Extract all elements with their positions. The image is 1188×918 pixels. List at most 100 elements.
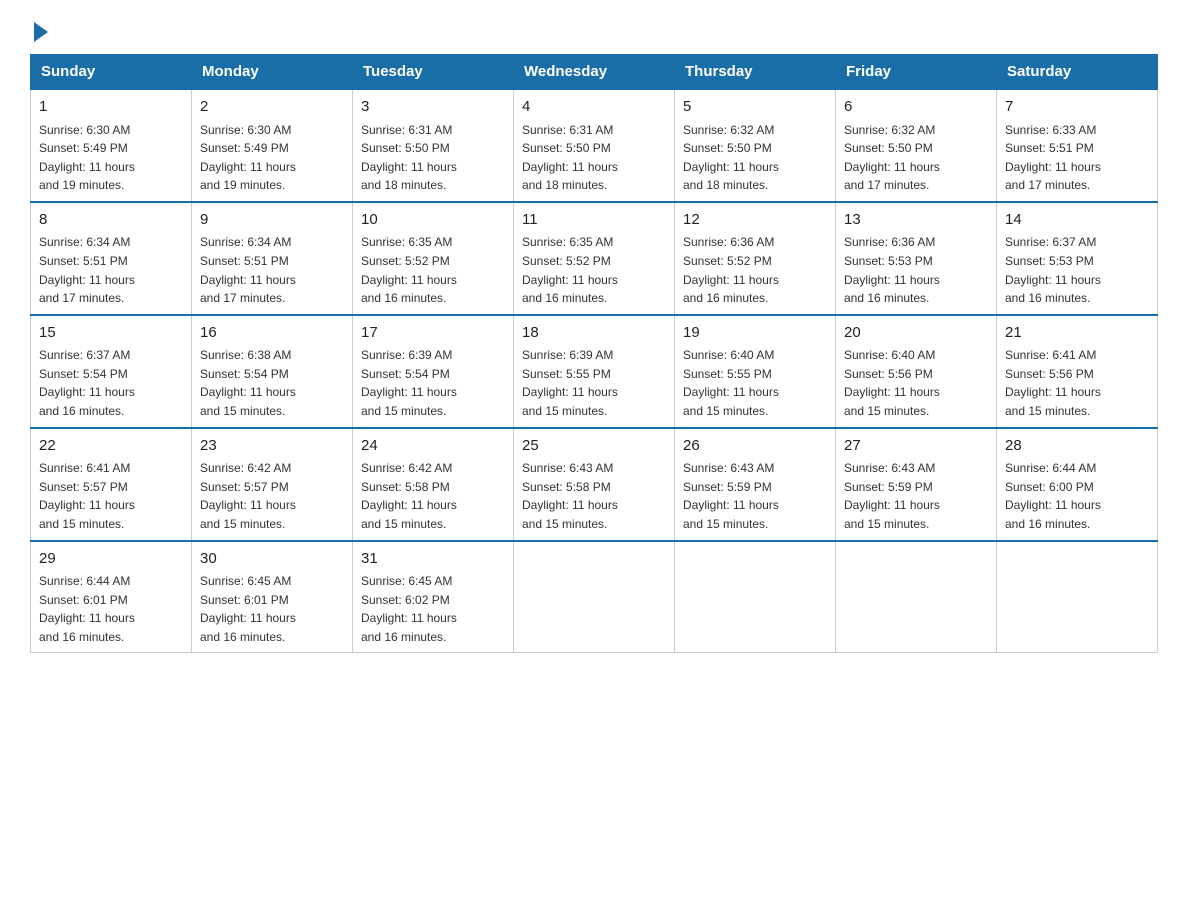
column-header-monday: Monday [192,55,353,90]
column-header-wednesday: Wednesday [514,55,675,90]
day-cell: 20Sunrise: 6:40 AMSunset: 5:56 PMDayligh… [836,315,997,428]
day-info: Sunrise: 6:32 AMSunset: 5:50 PMDaylight:… [683,121,827,195]
day-info: Sunrise: 6:30 AMSunset: 5:49 PMDaylight:… [39,121,183,195]
day-cell: 3Sunrise: 6:31 AMSunset: 5:50 PMDaylight… [353,89,514,202]
day-number: 17 [361,322,505,345]
day-number: 25 [522,435,666,458]
day-cell: 12Sunrise: 6:36 AMSunset: 5:52 PMDayligh… [675,202,836,315]
day-cell: 7Sunrise: 6:33 AMSunset: 5:51 PMDaylight… [997,89,1158,202]
week-row-2: 8Sunrise: 6:34 AMSunset: 5:51 PMDaylight… [31,202,1158,315]
column-header-friday: Friday [836,55,997,90]
day-cell: 14Sunrise: 6:37 AMSunset: 5:53 PMDayligh… [997,202,1158,315]
day-info: Sunrise: 6:45 AMSunset: 6:01 PMDaylight:… [200,572,344,646]
day-cell: 10Sunrise: 6:35 AMSunset: 5:52 PMDayligh… [353,202,514,315]
day-info: Sunrise: 6:39 AMSunset: 5:54 PMDaylight:… [361,346,505,420]
day-info: Sunrise: 6:44 AMSunset: 6:01 PMDaylight:… [39,572,183,646]
day-info: Sunrise: 6:41 AMSunset: 5:56 PMDaylight:… [1005,346,1149,420]
day-info: Sunrise: 6:43 AMSunset: 5:58 PMDaylight:… [522,459,666,533]
day-number: 21 [1005,322,1149,345]
day-cell: 2Sunrise: 6:30 AMSunset: 5:49 PMDaylight… [192,89,353,202]
day-cell: 6Sunrise: 6:32 AMSunset: 5:50 PMDaylight… [836,89,997,202]
day-cell: 13Sunrise: 6:36 AMSunset: 5:53 PMDayligh… [836,202,997,315]
day-cell: 29Sunrise: 6:44 AMSunset: 6:01 PMDayligh… [31,541,192,653]
day-number: 8 [39,209,183,232]
day-info: Sunrise: 6:43 AMSunset: 5:59 PMDaylight:… [683,459,827,533]
day-cell: 31Sunrise: 6:45 AMSunset: 6:02 PMDayligh… [353,541,514,653]
day-cell: 11Sunrise: 6:35 AMSunset: 5:52 PMDayligh… [514,202,675,315]
day-cell: 21Sunrise: 6:41 AMSunset: 5:56 PMDayligh… [997,315,1158,428]
day-info: Sunrise: 6:42 AMSunset: 5:57 PMDaylight:… [200,459,344,533]
day-info: Sunrise: 6:30 AMSunset: 5:49 PMDaylight:… [200,121,344,195]
week-row-1: 1Sunrise: 6:30 AMSunset: 5:49 PMDaylight… [31,89,1158,202]
logo-arrow-icon [34,22,48,42]
day-number: 27 [844,435,988,458]
day-cell: 22Sunrise: 6:41 AMSunset: 5:57 PMDayligh… [31,428,192,541]
day-info: Sunrise: 6:36 AMSunset: 5:53 PMDaylight:… [844,233,988,307]
day-cell: 26Sunrise: 6:43 AMSunset: 5:59 PMDayligh… [675,428,836,541]
day-number: 22 [39,435,183,458]
day-info: Sunrise: 6:38 AMSunset: 5:54 PMDaylight:… [200,346,344,420]
day-info: Sunrise: 6:36 AMSunset: 5:52 PMDaylight:… [683,233,827,307]
day-info: Sunrise: 6:34 AMSunset: 5:51 PMDaylight:… [39,233,183,307]
day-number: 4 [522,96,666,119]
day-info: Sunrise: 6:37 AMSunset: 5:53 PMDaylight:… [1005,233,1149,307]
page-header [30,20,1158,38]
week-row-3: 15Sunrise: 6:37 AMSunset: 5:54 PMDayligh… [31,315,1158,428]
column-header-thursday: Thursday [675,55,836,90]
day-number: 12 [683,209,827,232]
day-info: Sunrise: 6:45 AMSunset: 6:02 PMDaylight:… [361,572,505,646]
day-cell: 28Sunrise: 6:44 AMSunset: 6:00 PMDayligh… [997,428,1158,541]
day-number: 5 [683,96,827,119]
day-number: 29 [39,548,183,571]
day-info: Sunrise: 6:37 AMSunset: 5:54 PMDaylight:… [39,346,183,420]
day-number: 18 [522,322,666,345]
day-cell: 19Sunrise: 6:40 AMSunset: 5:55 PMDayligh… [675,315,836,428]
day-info: Sunrise: 6:35 AMSunset: 5:52 PMDaylight:… [522,233,666,307]
calendar-table: SundayMondayTuesdayWednesdayThursdayFrid… [30,54,1158,653]
day-number: 11 [522,209,666,232]
day-number: 13 [844,209,988,232]
day-info: Sunrise: 6:43 AMSunset: 5:59 PMDaylight:… [844,459,988,533]
day-number: 20 [844,322,988,345]
day-info: Sunrise: 6:31 AMSunset: 5:50 PMDaylight:… [361,121,505,195]
day-info: Sunrise: 6:34 AMSunset: 5:51 PMDaylight:… [200,233,344,307]
day-info: Sunrise: 6:44 AMSunset: 6:00 PMDaylight:… [1005,459,1149,533]
day-cell [675,541,836,653]
day-info: Sunrise: 6:41 AMSunset: 5:57 PMDaylight:… [39,459,183,533]
day-number: 15 [39,322,183,345]
day-cell: 18Sunrise: 6:39 AMSunset: 5:55 PMDayligh… [514,315,675,428]
day-cell: 24Sunrise: 6:42 AMSunset: 5:58 PMDayligh… [353,428,514,541]
day-number: 26 [683,435,827,458]
day-cell: 25Sunrise: 6:43 AMSunset: 5:58 PMDayligh… [514,428,675,541]
column-header-tuesday: Tuesday [353,55,514,90]
day-cell: 1Sunrise: 6:30 AMSunset: 5:49 PMDaylight… [31,89,192,202]
day-number: 14 [1005,209,1149,232]
day-cell: 30Sunrise: 6:45 AMSunset: 6:01 PMDayligh… [192,541,353,653]
day-info: Sunrise: 6:33 AMSunset: 5:51 PMDaylight:… [1005,121,1149,195]
day-number: 24 [361,435,505,458]
day-number: 2 [200,96,344,119]
day-cell [514,541,675,653]
day-number: 1 [39,96,183,119]
day-number: 23 [200,435,344,458]
column-header-sunday: Sunday [31,55,192,90]
day-cell: 17Sunrise: 6:39 AMSunset: 5:54 PMDayligh… [353,315,514,428]
day-info: Sunrise: 6:40 AMSunset: 5:55 PMDaylight:… [683,346,827,420]
day-info: Sunrise: 6:42 AMSunset: 5:58 PMDaylight:… [361,459,505,533]
day-cell: 8Sunrise: 6:34 AMSunset: 5:51 PMDaylight… [31,202,192,315]
day-cell: 4Sunrise: 6:31 AMSunset: 5:50 PMDaylight… [514,89,675,202]
week-row-4: 22Sunrise: 6:41 AMSunset: 5:57 PMDayligh… [31,428,1158,541]
day-number: 7 [1005,96,1149,119]
column-header-saturday: Saturday [997,55,1158,90]
day-info: Sunrise: 6:39 AMSunset: 5:55 PMDaylight:… [522,346,666,420]
day-number: 9 [200,209,344,232]
day-number: 6 [844,96,988,119]
day-cell: 9Sunrise: 6:34 AMSunset: 5:51 PMDaylight… [192,202,353,315]
day-cell: 27Sunrise: 6:43 AMSunset: 5:59 PMDayligh… [836,428,997,541]
day-number: 30 [200,548,344,571]
day-cell: 23Sunrise: 6:42 AMSunset: 5:57 PMDayligh… [192,428,353,541]
day-cell: 15Sunrise: 6:37 AMSunset: 5:54 PMDayligh… [31,315,192,428]
day-info: Sunrise: 6:31 AMSunset: 5:50 PMDaylight:… [522,121,666,195]
day-info: Sunrise: 6:32 AMSunset: 5:50 PMDaylight:… [844,121,988,195]
day-number: 28 [1005,435,1149,458]
